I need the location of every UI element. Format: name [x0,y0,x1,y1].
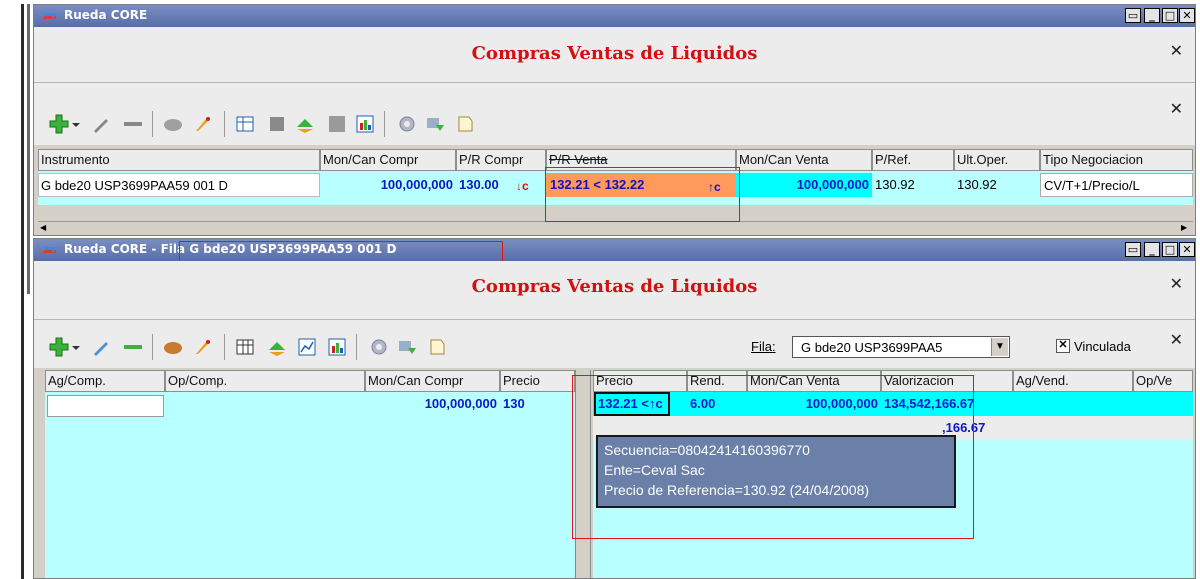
col-ult-oper[interactable]: Ult.Oper. [954,149,1040,171]
vinculada-label: Vinculada [1074,339,1131,354]
stop-icon[interactable] [266,113,288,135]
col-p-ref[interactable]: P/Ref. [872,149,954,171]
col-instrumento[interactable]: Instrumento [38,149,320,171]
minimize-button[interactable]: _ [1144,242,1160,257]
handshake-icon[interactable] [162,336,184,358]
close-header-icon[interactable]: ✕ [1170,274,1183,293]
chart-icon[interactable] [354,113,376,135]
dropdown-icon[interactable] [70,336,82,358]
minimize-button[interactable]: _ [1144,8,1160,23]
app-icon [42,13,58,19]
handshake-icon[interactable] [162,113,184,135]
document-icon[interactable] [454,113,476,135]
close-window-button[interactable]: ✕ [1179,242,1195,257]
cell-mon-can-venta[interactable]: 100,000,000 [736,173,872,197]
edit-icon[interactable] [90,336,112,358]
fila-label: Fila: [751,339,776,354]
vinculada-checkbox[interactable]: ✕ [1056,339,1070,353]
restore-button[interactable]: ▭ [1125,242,1141,257]
col-op-vend[interactable]: Op/Ve [1133,370,1193,392]
transfer-icon[interactable] [294,113,316,135]
left-border [21,4,24,579]
cell-ult-oper[interactable]: 130.92 [954,173,1040,197]
maximize-button[interactable]: □ [1162,242,1178,257]
scroll-left-icon[interactable]: ◀ [40,223,50,232]
down-arrow-icon: ↓c [516,179,529,193]
highlight-box-venta [545,167,740,222]
maximize-button[interactable]: □ [1162,8,1178,23]
cell-tipo-negociacion[interactable]: CV/T+1/Precio/L [1040,173,1193,197]
export-icon[interactable] [424,113,446,135]
close-toolbar-icon[interactable]: ✕ [1170,330,1183,349]
col-mon-can-venta[interactable]: Mon/Can Venta [736,149,872,171]
panel-title: Compras Ventas de Liquidos [471,43,758,64]
cell-precio[interactable]: 130 [500,392,575,416]
remove-icon[interactable] [122,113,144,135]
highlight-box-detail [572,375,974,539]
close-toolbar-icon[interactable]: ✕ [1170,99,1183,118]
cell-pr-compra[interactable]: 130.00 [456,173,520,197]
app-icon [42,247,58,253]
col-mon-can-compra[interactable]: Mon/Can Compr [365,370,500,392]
fila-select-value: G bde20 USP3699PAA5 [801,340,943,355]
close-window-button[interactable]: ✕ [1179,8,1195,23]
buy-grid: Ag/Comp. Op/Comp. Mon/Can Compr Precio 1… [45,370,575,578]
grid-icon[interactable] [326,113,348,135]
cell-instrumento[interactable]: G bde20 USP3699PAA59 001 D [38,173,320,197]
restore-button[interactable]: ▭ [1125,8,1141,23]
document-icon[interactable] [426,336,448,358]
cell-p-ref[interactable]: 130.92 [872,173,954,197]
table-icon[interactable] [234,113,256,135]
scroll-right-icon[interactable]: ▶ [1181,223,1191,232]
window-titlebar[interactable]: Rueda CORE ▭ _ □ ✕ [34,5,1195,27]
add-icon[interactable] [48,336,70,358]
chevron-down-icon[interactable]: ▼ [991,338,1008,356]
col-mon-can-compra[interactable]: Mon/Can Compr [320,149,456,171]
transfer-icon[interactable] [266,336,288,358]
window-title: Rueda CORE [64,8,148,22]
cell-mon-can-compra[interactable]: 100,000,000 [320,173,456,197]
panel-header: Compras Ventas de Liquidos ✕ [34,27,1195,83]
rueda-core-fila-window: Rueda CORE - Fila G bde20 USP3699PAA59 0… [33,238,1196,579]
horizontal-scrollbar[interactable]: ◀ ▶ [38,221,1193,234]
rueda-core-window: Rueda CORE ▭ _ □ ✕ Compras Ventas de Liq… [33,4,1196,236]
settings-icon[interactable] [368,336,390,358]
settings-icon[interactable] [396,113,418,135]
calculator-icon[interactable] [234,336,256,358]
col-op-comp[interactable]: Op/Comp. [165,370,365,392]
fila-select[interactable]: G bde20 USP3699PAA5 ▼ [792,336,1010,358]
dropdown-icon[interactable] [70,113,82,135]
line-chart-icon[interactable] [296,336,318,358]
rocket-icon[interactable] [192,336,214,358]
col-pr-compra[interactable]: P/R Compr [456,149,546,171]
remove-icon[interactable] [122,336,144,358]
chart-icon[interactable] [326,336,348,358]
panel-title: Compras Ventas de Liquidos [471,276,758,297]
left-border-inner [27,4,30,294]
toolbar: ✕ [34,83,1195,145]
export-icon[interactable] [396,336,418,358]
add-icon[interactable] [48,113,70,135]
col-ag-comp[interactable]: Ag/Comp. [45,370,165,392]
edit-icon[interactable] [90,113,112,135]
ag-comp-input[interactable] [47,395,164,417]
col-precio[interactable]: Precio [500,370,575,392]
col-tipo-negociacion[interactable]: Tipo Negociacion [1040,149,1193,171]
cell-mon-can-compra[interactable]: 100,000,000 [365,392,500,416]
panel-header: Compras Ventas de Liquidos ✕ [34,261,1195,320]
toolbar: ✕ Fila: G bde20 USP3699PAA5 ▼ ✕ Vinculad… [34,320,1195,368]
rocket-icon[interactable] [192,113,214,135]
col-ag-vend[interactable]: Ag/Vend. [1013,370,1133,392]
close-header-icon[interactable]: ✕ [1170,41,1183,60]
